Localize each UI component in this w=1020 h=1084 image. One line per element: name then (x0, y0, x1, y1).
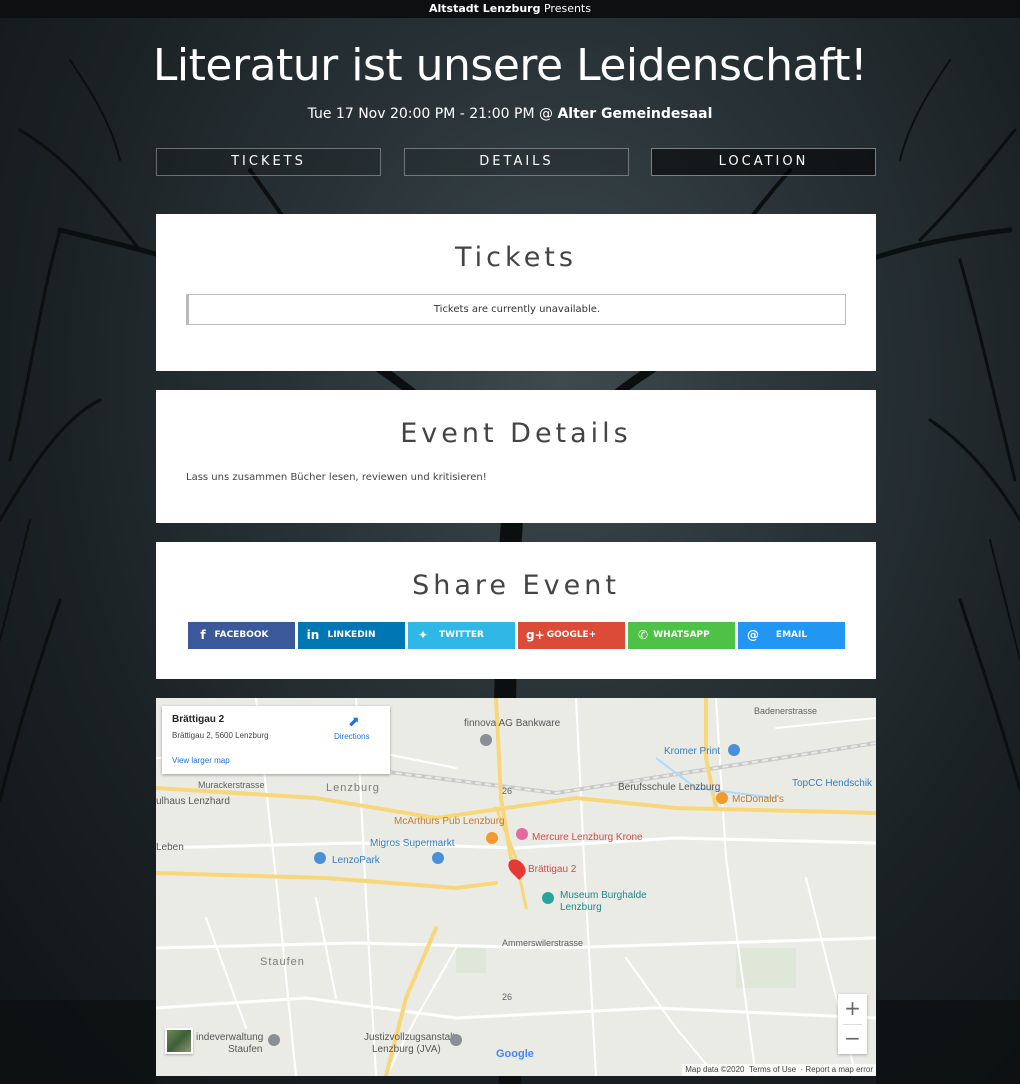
google-plus-icon: g+ (526, 628, 545, 642)
facebook-icon: f (200, 628, 206, 642)
twitter-icon: ✦ (417, 628, 429, 642)
tickets-status-box: Tickets are currently unavailable. (186, 294, 846, 325)
map-label-mcarthurs: McArthurs Pub Lenzburg (394, 816, 505, 827)
event-description: Lass uns zusammen Bücher lesen, reviewen… (186, 472, 487, 483)
share-facebook-button[interactable]: f FACEBOOK (188, 622, 295, 649)
map-label-brattigau: Brättigau 2 (528, 864, 577, 875)
map-attribution: Map data ©2020 Terms of Use · Report a m… (682, 1064, 876, 1076)
map-label-migros: Migros Supermarkt (370, 838, 455, 849)
map-data-attribution: Map data ©2020 (685, 1065, 745, 1074)
share-twitter-button[interactable]: ✦ TWITTER (408, 622, 515, 649)
details-heading: Event Details (400, 418, 632, 449)
event-details-card: Event Details Lass uns zusammen Bücher l… (156, 390, 876, 523)
map-label-route26b: 26 (502, 992, 513, 1002)
map-label-staufen: Staufen (260, 956, 305, 968)
map-pin-verwaltung (268, 1034, 280, 1046)
view-larger-map-link[interactable]: View larger map (172, 756, 230, 765)
map-label-lenzburg: Lenzburg (326, 782, 380, 794)
event-venue[interactable]: Alter Gemeindesaal (557, 106, 712, 122)
event-datetime: Tue 17 Nov 20:00 PM - 21:00 PM @ Alter G… (0, 106, 1020, 122)
directions-link[interactable]: Directions (334, 732, 370, 741)
linkedin-icon: in (306, 628, 320, 642)
section-nav: TICKETS DETAILS LOCATION (156, 148, 876, 176)
share-whatsapp-button[interactable]: ✆ WHATSAPP (628, 622, 735, 649)
tab-details[interactable]: DETAILS (404, 148, 629, 176)
map-label-jva: Justizvollzugsanstalt (364, 1032, 456, 1043)
map-label-finnova: finnova AG Bankware (464, 718, 561, 729)
zoom-divider (843, 1024, 862, 1025)
map-label-ullhaus: ulhaus Lenzhard (156, 796, 230, 807)
event-title: Literatur ist unsere Leidenschaft! (152, 40, 868, 91)
whatsapp-icon: ✆ (637, 628, 649, 642)
map-pin-museum (542, 892, 554, 904)
share-event-card: Share Event f FACEBOOK in LINKEDIN ✦ TWI… (156, 542, 876, 679)
report-map-error-link[interactable]: Report a map error (805, 1065, 873, 1074)
share-heading: Share Event (412, 570, 620, 601)
google-logo-text: Google (496, 1048, 534, 1060)
google-logo: Google (496, 1048, 534, 1060)
share-email-label: EMAIL (775, 630, 808, 640)
map-zoom-control: + − (838, 994, 867, 1054)
map-pin-lenzopark (314, 852, 326, 864)
map-label-museum: Museum Burghalde (560, 890, 647, 901)
tickets-heading: Tickets (455, 242, 577, 273)
tab-location[interactable]: LOCATION (651, 148, 876, 176)
map-pin-finnova (480, 734, 492, 746)
map-label-topcc: TopCC Hendschik (792, 778, 873, 789)
map-label-berufsschule: Berufsschule Lenzburg (618, 782, 721, 793)
map-label-verwaltung: indeverwaltung (196, 1032, 264, 1043)
location-map[interactable]: Badenerstrasse finnova AG Bankware Krome… (156, 698, 876, 1076)
map-pin-mcarthurs (486, 832, 498, 844)
event-datetime-text: Tue 17 Nov 20:00 PM - 21:00 PM @ (307, 106, 553, 122)
map-pin-mercure (516, 828, 528, 840)
map-info-window: Brättigau 2 Brättigau 2, 5600 Lenzburg V… (162, 706, 390, 774)
tickets-card: Tickets Tickets are currently unavailabl… (156, 214, 876, 371)
share-whatsapp-label: WHATSAPP (653, 630, 710, 640)
share-linkedin-label: LINKEDIN (327, 630, 376, 640)
map-label-badenerstrasse: Badenerstrasse (754, 706, 818, 716)
map-place-address: Brättigau 2, 5600 Lenzburg (172, 731, 269, 740)
share-email-button[interactable]: @ EMAIL (738, 622, 845, 649)
map-pin-migros (432, 852, 444, 864)
map-label-route26a: 26 (502, 786, 513, 796)
email-icon: @ (747, 628, 759, 642)
tab-tickets[interactable]: TICKETS (156, 148, 381, 176)
share-twitter-label: TWITTER (439, 630, 484, 640)
map-label-ammerswil: Ammerswilerstrasse (502, 938, 584, 948)
map-pin-mcdonalds (716, 792, 728, 804)
map-label-leben: Leben (156, 842, 184, 853)
map-label-jva-line2: Lenzburg (JVA) (372, 1044, 441, 1055)
share-google-plus-label: GOOGLE+ (546, 630, 597, 640)
map-label-lenzopark: LenzoPark (332, 855, 380, 866)
map-pin-jva (450, 1034, 462, 1046)
zoom-in-button[interactable]: + (838, 994, 867, 1024)
map-label-muracker: Murackerstrasse (198, 780, 265, 790)
organizer-name[interactable]: Altstadt Lenzburg (429, 2, 540, 15)
top-bar: Altstadt Lenzburg Presents (0, 0, 1020, 18)
share-buttons: f FACEBOOK in LINKEDIN ✦ TWITTER g+ GOOG… (188, 622, 846, 649)
map-label-mcdonalds: McDonald's (732, 794, 784, 805)
directions-icon[interactable]: ⬈ (348, 714, 360, 730)
satellite-toggle-thumbnail[interactable] (165, 1028, 193, 1054)
map-label-museum-line2: Lenzburg (560, 902, 602, 913)
share-linkedin-button[interactable]: in LINKEDIN (298, 622, 405, 649)
map-label-mercure: Mercure Lenzburg Krone (532, 832, 643, 843)
zoom-out-button[interactable]: − (838, 1024, 867, 1054)
presents-label: Presents (543, 2, 591, 15)
map-label-verwaltung-line2: Staufen (228, 1044, 263, 1055)
map-label-kromer: Kromer Print (664, 746, 721, 757)
terms-of-use-link[interactable]: Terms of Use (749, 1065, 796, 1074)
share-google-plus-button[interactable]: g+ GOOGLE+ (518, 622, 625, 649)
map-place-name: Brättigau 2 (172, 714, 225, 725)
map-pin-kromer (728, 744, 740, 756)
share-facebook-label: FACEBOOK (214, 630, 269, 640)
